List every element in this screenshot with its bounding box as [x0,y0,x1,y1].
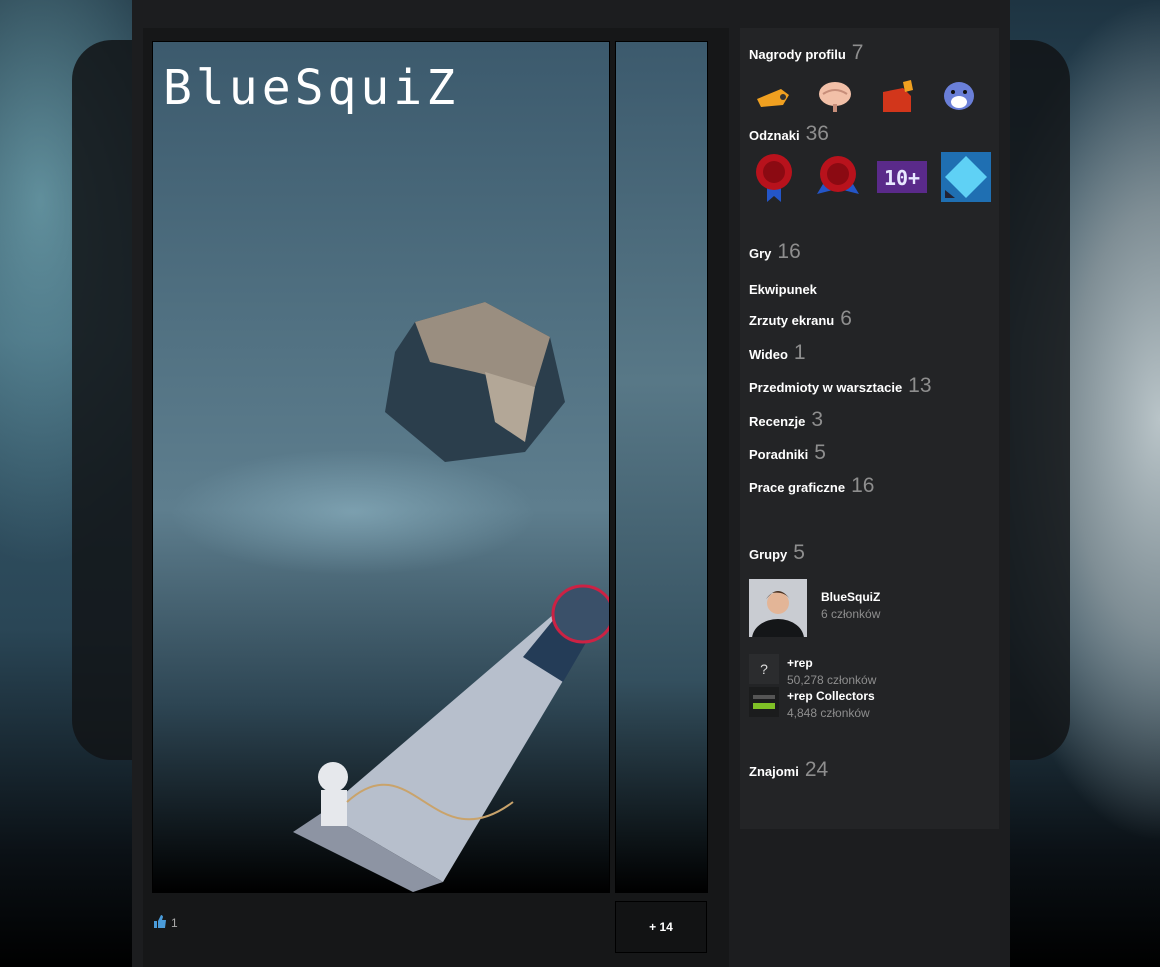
reviews-link[interactable]: Recenzje 3 [749,408,823,432]
videos-link[interactable]: Wideo 1 [749,341,806,365]
leopard-icon[interactable] [935,72,983,120]
artwork-title: BlueSquiZ [163,60,460,116]
groups-label: Grupy [749,547,788,562]
wax-seal-badge-icon[interactable] [813,152,863,202]
group-name-rep[interactable]: +rep [787,656,813,670]
workshop-label: Przedmioty w warsztacie [749,380,903,395]
inventory-link[interactable]: Ekwipunek [749,282,817,297]
artwork-label: Prace graficzne [749,480,846,495]
group-name-featured[interactable]: BlueSquiZ [821,590,880,604]
asteroid-illustration [385,302,565,462]
featured-artwork[interactable]: BlueSquiZ [152,41,610,893]
videos-count: 1 [793,341,806,364]
artwork-side-panel[interactable] [615,41,708,893]
brain-icon[interactable] [811,72,859,120]
crystal-badge-icon[interactable] [941,152,991,202]
spacecraft-illustration [293,584,609,892]
screenshots-link[interactable]: Zrzuty ekranu 6 [749,307,852,331]
like-indicator[interactable]: 1 [153,915,178,931]
guides-count: 5 [814,441,826,464]
rewards-heading[interactable]: Nagrody profilu 7 [749,41,863,65]
friends-label: Znajomi [749,764,799,779]
rewards-row [749,72,983,120]
friends-heading[interactable]: Znajomi 24 [749,758,828,782]
badges-label: Odznaki [749,128,800,143]
inventory-label: Ekwipunek [749,282,817,297]
group-avatar[interactable] [749,579,807,659]
workshop-count: 13 [908,374,932,397]
group-name-rep-collectors[interactable]: +rep Collectors [787,689,875,703]
screenshots-count: 6 [840,307,852,330]
ten-plus-text: 10+ [884,166,920,190]
groups-heading[interactable]: Grupy 5 [749,541,805,565]
videos-label: Wideo [749,347,788,362]
wax-seal-badge-icon[interactable] [749,152,799,202]
group-members-rep-collectors: 4,848 członków [787,706,870,720]
groups-count: 5 [793,541,805,564]
games-label: Gry [749,246,772,261]
guides-label: Poradniki [749,447,809,462]
badges-count: 36 [805,122,829,145]
like-count: 1 [171,916,178,930]
rewards-label: Nagrody profilu [749,47,846,62]
rewards-count: 7 [851,41,864,64]
fuel-can-icon[interactable] [873,72,921,120]
games-link[interactable]: Gry 16 [749,240,801,264]
reviews-count: 3 [811,408,824,431]
question-mark-icon[interactable]: ? [749,654,779,684]
badges-heading[interactable]: Odznaki 36 [749,122,829,146]
ten-plus-badge-icon[interactable]: 10+ [877,152,927,202]
thumbs-up-icon [153,915,167,931]
games-count: 16 [777,240,801,263]
reviews-label: Recenzje [749,414,806,429]
badges-row: 10+ [749,152,991,202]
artwork-count: 16 [851,474,875,497]
group-members-featured: 6 członków [821,607,881,621]
workshop-link[interactable]: Przedmioty w warsztacie 13 [749,374,932,398]
screenshots-label: Zrzuty ekranu [749,313,835,328]
background-tab-right [1000,40,1070,760]
whistle-icon[interactable] [749,72,797,120]
collectors-group-icon[interactable] [749,687,779,717]
guides-link[interactable]: Poradniki 5 [749,441,826,465]
friends-count: 24 [804,758,829,781]
artwork-link[interactable]: Prace graficzne 16 [749,474,874,498]
group-members-rep: 50,278 członków [787,673,877,687]
more-artwork-button[interactable]: + 14 [615,901,707,953]
